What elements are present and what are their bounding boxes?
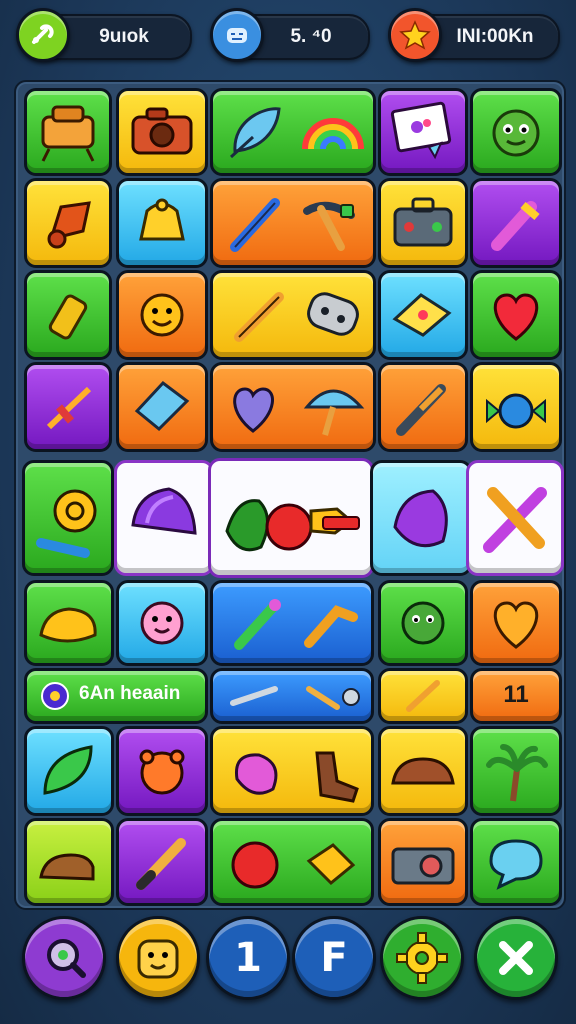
tile-acorn[interactable] <box>24 178 112 268</box>
letter-label: F <box>320 935 348 981</box>
face-mask-icon[interactable] <box>210 8 264 62</box>
tile-heart[interactable] <box>470 270 562 360</box>
tile-purple-plum[interactable] <box>370 460 472 576</box>
tile-saddle[interactable] <box>24 818 114 906</box>
tile-green-monster[interactable] <box>470 88 562 176</box>
tile-pencil[interactable] <box>116 818 208 906</box>
tile-camera[interactable] <box>116 88 208 176</box>
tile-marker[interactable] <box>470 178 562 268</box>
tile-snail[interactable] <box>22 460 114 576</box>
tools-icon[interactable] <box>16 8 70 62</box>
tile-palm-tree[interactable] <box>470 726 562 816</box>
tile-sun-face[interactable] <box>116 270 208 360</box>
tile-fruit-group[interactable] <box>208 458 374 578</box>
number-button[interactable]: 1 <box>206 916 290 1000</box>
tile-brown-hat[interactable] <box>378 726 468 816</box>
tile-brush-gamepad[interactable] <box>210 270 376 360</box>
tile-bottle[interactable] <box>24 270 112 360</box>
bar-blue-tools[interactable] <box>210 668 374 724</box>
moves-counter-label: 11 <box>503 681 529 708</box>
tile-heart-umbrella[interactable] <box>210 362 376 452</box>
tile-balloon-boot[interactable] <box>210 726 374 816</box>
tile-orange-bear[interactable] <box>116 726 208 816</box>
tile-candy[interactable] <box>470 362 562 452</box>
number-label: 1 <box>234 935 262 981</box>
tile-pen-pickaxe[interactable] <box>210 178 376 268</box>
tile-small-brush[interactable] <box>378 668 468 724</box>
tile-blue-kite[interactable] <box>116 362 208 452</box>
tile-knife[interactable] <box>378 362 468 452</box>
search-button[interactable] <box>22 916 106 1000</box>
tile-old-camera[interactable] <box>378 818 468 906</box>
letter-button[interactable]: F <box>292 916 376 1000</box>
moves-counter: 11 <box>470 668 562 724</box>
bar-green-label: 6An heaain <box>79 683 181 704</box>
tile-green-leaf[interactable] <box>24 726 114 816</box>
tile-backpack[interactable] <box>24 88 112 176</box>
tile-orange-heart[interactable] <box>470 580 562 666</box>
tile-purple-gem[interactable] <box>114 460 214 576</box>
tile-leaf-rainbow[interactable] <box>210 88 376 176</box>
gear-icon <box>396 932 448 984</box>
tile-yellow-map[interactable] <box>378 270 468 360</box>
close-button[interactable] <box>474 916 558 1000</box>
tile-crossed-tools[interactable] <box>466 460 564 576</box>
star-icon[interactable] <box>388 8 442 62</box>
tile-syringe-key[interactable] <box>210 580 374 666</box>
tile-chat-bubble[interactable] <box>470 818 562 906</box>
tile-tomato-toast[interactable] <box>210 818 374 906</box>
tile-green-creature[interactable] <box>378 580 468 666</box>
bear-button[interactable] <box>116 916 200 1000</box>
search-icon <box>47 939 86 978</box>
close-icon <box>499 941 533 975</box>
tile-painting[interactable] <box>378 88 468 176</box>
tile-yellow-blob[interactable] <box>24 580 114 666</box>
tile-radio[interactable] <box>378 178 468 268</box>
bear-face-icon <box>137 939 179 979</box>
bar-green-heal[interactable]: 6An heaain <box>24 668 208 724</box>
tile-yellow-bell[interactable] <box>116 178 208 268</box>
tile-pink-monster[interactable] <box>116 580 208 666</box>
tile-sword[interactable] <box>24 362 112 452</box>
settings-button[interactable] <box>380 916 464 1000</box>
